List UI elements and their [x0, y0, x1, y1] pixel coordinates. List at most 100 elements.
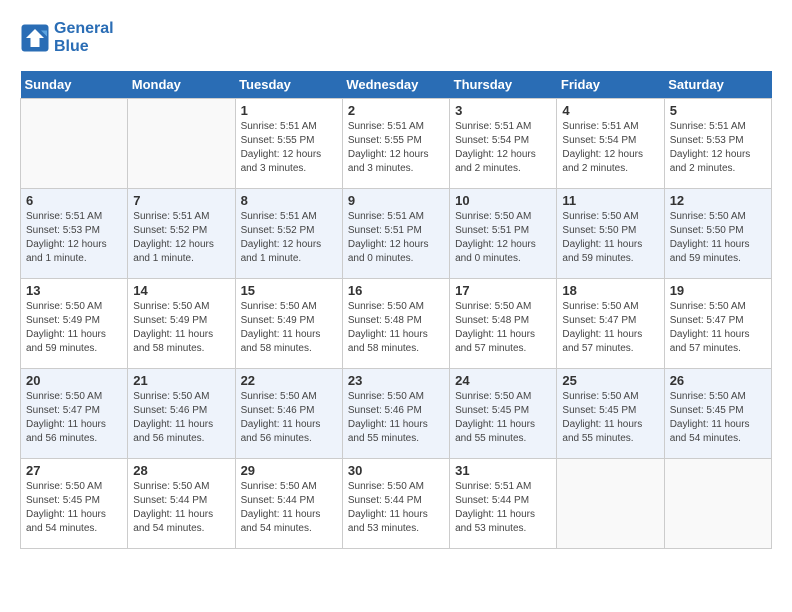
calendar-cell: 28 Sunrise: 5:50 AM Sunset: 5:44 PM Dayli… — [128, 459, 235, 549]
day-number: 6 — [26, 193, 122, 208]
calendar-cell: 3 Sunrise: 5:51 AM Sunset: 5:54 PM Daylig… — [450, 99, 557, 189]
logo: General Blue — [20, 20, 114, 56]
day-info: Sunrise: 5:50 AM Sunset: 5:44 PM Dayligh… — [241, 480, 337, 536]
day-info: Sunrise: 5:50 AM Sunset: 5:50 PM Dayligh… — [562, 210, 658, 266]
day-number: 24 — [455, 373, 551, 388]
day-info: Sunrise: 5:50 AM Sunset: 5:45 PM Dayligh… — [455, 390, 551, 446]
calendar-cell: 19 Sunrise: 5:50 AM Sunset: 5:47 PM Dayli… — [664, 279, 771, 369]
day-number: 4 — [562, 103, 658, 118]
day-info: Sunrise: 5:50 AM Sunset: 5:46 PM Dayligh… — [348, 390, 444, 446]
calendar-cell: 27 Sunrise: 5:50 AM Sunset: 5:45 PM Dayli… — [21, 459, 128, 549]
calendar-cell: 20 Sunrise: 5:50 AM Sunset: 5:47 PM Dayli… — [21, 369, 128, 459]
day-info: Sunrise: 5:50 AM Sunset: 5:49 PM Dayligh… — [133, 300, 229, 356]
logo-text: General Blue — [54, 20, 114, 56]
calendar-cell: 1 Sunrise: 5:51 AM Sunset: 5:55 PM Daylig… — [235, 99, 342, 189]
day-number: 30 — [348, 463, 444, 478]
calendar-cell: 5 Sunrise: 5:51 AM Sunset: 5:53 PM Daylig… — [664, 99, 771, 189]
day-info: Sunrise: 5:51 AM Sunset: 5:53 PM Dayligh… — [670, 120, 766, 176]
day-info: Sunrise: 5:50 AM Sunset: 5:47 PM Dayligh… — [670, 300, 766, 356]
day-info: Sunrise: 5:50 AM Sunset: 5:50 PM Dayligh… — [670, 210, 766, 266]
day-number: 1 — [241, 103, 337, 118]
day-info: Sunrise: 5:51 AM Sunset: 5:54 PM Dayligh… — [562, 120, 658, 176]
day-info: Sunrise: 5:50 AM Sunset: 5:45 PM Dayligh… — [670, 390, 766, 446]
calendar-cell: 16 Sunrise: 5:50 AM Sunset: 5:48 PM Dayli… — [342, 279, 449, 369]
weekday-header-monday: Monday — [128, 71, 235, 99]
day-number: 15 — [241, 283, 337, 298]
calendar-cell: 8 Sunrise: 5:51 AM Sunset: 5:52 PM Daylig… — [235, 189, 342, 279]
weekday-header-sunday: Sunday — [21, 71, 128, 99]
calendar-cell: 24 Sunrise: 5:50 AM Sunset: 5:45 PM Dayli… — [450, 369, 557, 459]
day-number: 27 — [26, 463, 122, 478]
day-info: Sunrise: 5:51 AM Sunset: 5:53 PM Dayligh… — [26, 210, 122, 266]
calendar-cell: 26 Sunrise: 5:50 AM Sunset: 5:45 PM Dayli… — [664, 369, 771, 459]
day-number: 9 — [348, 193, 444, 208]
calendar-cell: 11 Sunrise: 5:50 AM Sunset: 5:50 PM Dayli… — [557, 189, 664, 279]
day-number: 3 — [455, 103, 551, 118]
calendar-cell: 13 Sunrise: 5:50 AM Sunset: 5:49 PM Dayli… — [21, 279, 128, 369]
day-info: Sunrise: 5:51 AM Sunset: 5:55 PM Dayligh… — [241, 120, 337, 176]
day-info: Sunrise: 5:51 AM Sunset: 5:51 PM Dayligh… — [348, 210, 444, 266]
day-number: 12 — [670, 193, 766, 208]
calendar-cell — [557, 459, 664, 549]
day-info: Sunrise: 5:50 AM Sunset: 5:48 PM Dayligh… — [348, 300, 444, 356]
calendar-cell: 17Sunrise: 5:50 AM Sunset: 5:48 PM Dayli… — [450, 279, 557, 369]
calendar-cell — [664, 459, 771, 549]
day-number: 22 — [241, 373, 337, 388]
day-info: Sunrise: 5:51 AM Sunset: 5:54 PM Dayligh… — [455, 120, 551, 176]
calendar-cell: 23 Sunrise: 5:50 AM Sunset: 5:46 PM Dayli… — [342, 369, 449, 459]
day-number: 14 — [133, 283, 229, 298]
calendar-cell: 31 Sunrise: 5:51 AM Sunset: 5:44 PM Dayli… — [450, 459, 557, 549]
day-info: Sunrise: 5:50 AM Sunset: 5:47 PM Dayligh… — [562, 300, 658, 356]
calendar-cell: 18 Sunrise: 5:50 AM Sunset: 5:47 PM Dayli… — [557, 279, 664, 369]
day-info: Sunrise: 5:51 AM Sunset: 5:55 PM Dayligh… — [348, 120, 444, 176]
day-info: Sunrise: 5:50 AM Sunset: 5:47 PM Dayligh… — [26, 390, 122, 446]
day-number: 18 — [562, 283, 658, 298]
day-number: 11 — [562, 193, 658, 208]
day-number: 2 — [348, 103, 444, 118]
calendar-cell: 12 Sunrise: 5:50 AM Sunset: 5:50 PM Dayli… — [664, 189, 771, 279]
calendar-table: SundayMondayTuesdayWednesdayThursdayFrid… — [20, 71, 772, 549]
calendar-cell: 30Sunrise: 5:50 AM Sunset: 5:44 PM Dayli… — [342, 459, 449, 549]
day-number: 28 — [133, 463, 229, 478]
calendar-cell — [128, 99, 235, 189]
weekday-header-wednesday: Wednesday — [342, 71, 449, 99]
page-header: General Blue — [20, 20, 772, 56]
weekday-header-tuesday: Tuesday — [235, 71, 342, 99]
day-info: Sunrise: 5:51 AM Sunset: 5:52 PM Dayligh… — [133, 210, 229, 266]
day-info: Sunrise: 5:50 AM Sunset: 5:45 PM Dayligh… — [26, 480, 122, 536]
day-number: 20 — [26, 373, 122, 388]
day-info: Sunrise: 5:50 AM Sunset: 5:44 PM Dayligh… — [133, 480, 229, 536]
day-number: 7 — [133, 193, 229, 208]
day-info: Sunrise: 5:50 AM Sunset: 5:49 PM Dayligh… — [241, 300, 337, 356]
weekday-header-thursday: Thursday — [450, 71, 557, 99]
day-info: Sunrise: 5:51 AM Sunset: 5:52 PM Dayligh… — [241, 210, 337, 266]
day-number: 13 — [26, 283, 122, 298]
calendar-cell: 14 Sunrise: 5:50 AM Sunset: 5:49 PM Dayli… — [128, 279, 235, 369]
day-number: 31 — [455, 463, 551, 478]
day-number: 21 — [133, 373, 229, 388]
day-info: Sunrise: 5:51 AM Sunset: 5:44 PM Dayligh… — [455, 480, 551, 536]
day-info: Sunrise: 5:50 AM Sunset: 5:49 PM Dayligh… — [26, 300, 122, 356]
day-number: 26 — [670, 373, 766, 388]
weekday-header-friday: Friday — [557, 71, 664, 99]
day-number: 8 — [241, 193, 337, 208]
day-number: 19 — [670, 283, 766, 298]
calendar-cell: 9 Sunrise: 5:51 AM Sunset: 5:51 PM Daylig… — [342, 189, 449, 279]
calendar-cell: 15 Sunrise: 5:50 AM Sunset: 5:49 PM Dayli… — [235, 279, 342, 369]
day-info: Sunrise: 5:50 AM Sunset: 5:45 PM Dayligh… — [562, 390, 658, 446]
day-number: 23 — [348, 373, 444, 388]
day-info: Sunrise: 5:50 AM Sunset: 5:48 PM Dayligh… — [455, 300, 551, 356]
calendar-cell — [21, 99, 128, 189]
day-number: 29 — [241, 463, 337, 478]
day-info: Sunrise: 5:50 AM Sunset: 5:46 PM Dayligh… — [133, 390, 229, 446]
calendar-cell: 25 Sunrise: 5:50 AM Sunset: 5:45 PM Dayli… — [557, 369, 664, 459]
calendar-cell: 21 Sunrise: 5:50 AM Sunset: 5:46 PM Dayli… — [128, 369, 235, 459]
day-number: 10 — [455, 193, 551, 208]
day-info: Sunrise: 5:50 AM Sunset: 5:46 PM Dayligh… — [241, 390, 337, 446]
day-number: 25 — [562, 373, 658, 388]
day-number: 5 — [670, 103, 766, 118]
calendar-cell: 10Sunrise: 5:50 AM Sunset: 5:51 PM Dayli… — [450, 189, 557, 279]
day-number: 16 — [348, 283, 444, 298]
calendar-cell: 29 Sunrise: 5:50 AM Sunset: 5:44 PM Dayli… — [235, 459, 342, 549]
calendar-cell: 4 Sunrise: 5:51 AM Sunset: 5:54 PM Daylig… — [557, 99, 664, 189]
